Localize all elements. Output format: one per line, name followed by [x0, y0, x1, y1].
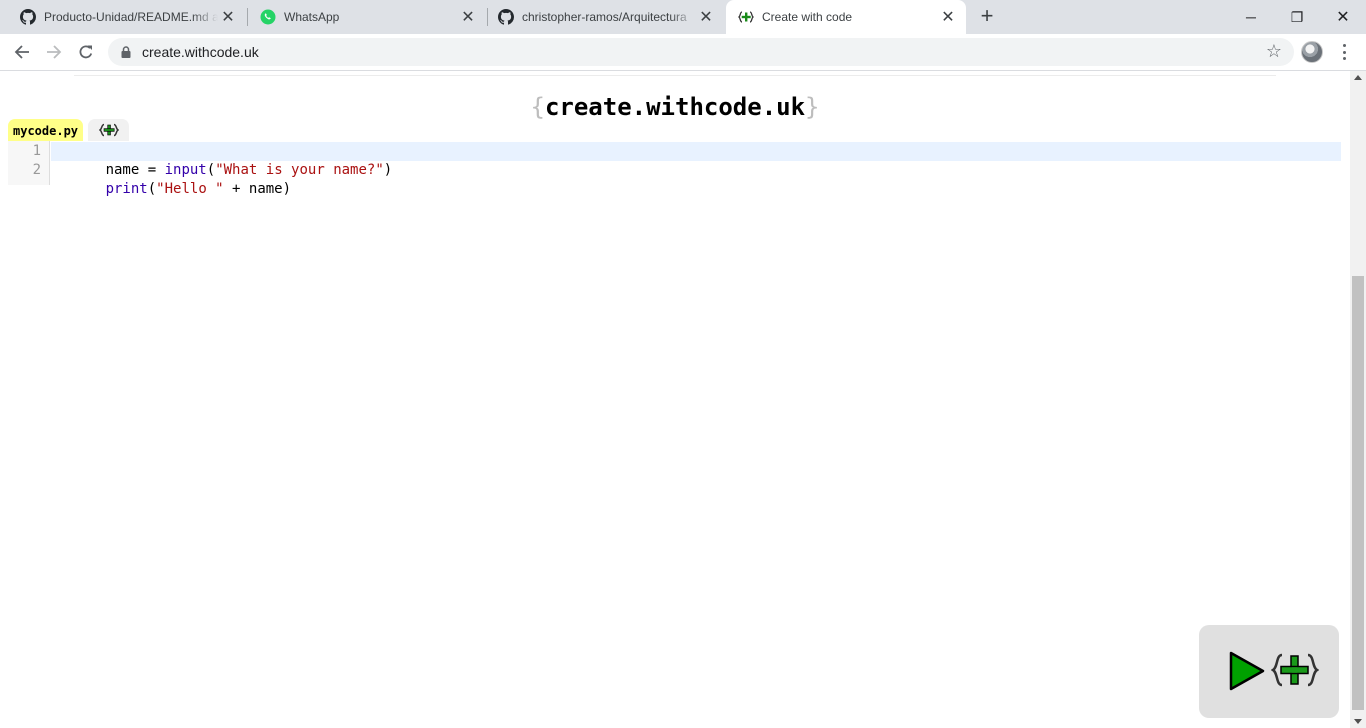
github-icon [20, 9, 36, 25]
create-withcode-logo-icon [98, 123, 119, 137]
new-tab-button[interactable]: + [975, 5, 999, 28]
browser-tab-create-with-code[interactable]: Create with code ✕ [726, 0, 966, 34]
back-arrow-icon [14, 45, 29, 59]
window-close-button[interactable]: ✕ [1320, 0, 1366, 34]
code-line-2[interactable]: print("Hello " + name) [51, 161, 291, 197]
tab-title: WhatsApp [284, 10, 340, 24]
minimize-button[interactable]: ─ [1228, 0, 1274, 34]
forward-arrow-icon [47, 45, 62, 59]
brand-open-brace: { [530, 93, 545, 121]
back-button[interactable] [8, 38, 36, 66]
reload-button[interactable] [72, 38, 100, 66]
browser-tab-readme[interactable]: Producto-Unidad/README.md at ✕ [0, 0, 246, 34]
brand-text: create.withcode.uk [544, 93, 806, 121]
brand-close-brace: } [805, 93, 820, 121]
close-tab-icon[interactable]: ✕ [218, 7, 238, 27]
code-token: ( [147, 181, 157, 197]
bookmark-star-icon[interactable]: ☆ [1266, 41, 1282, 62]
code-token: ) [383, 162, 393, 178]
code-line-1[interactable]: name = input("What is your name?") [51, 142, 1341, 178]
play-icon[interactable] [1229, 651, 1265, 691]
code-token-builtin: print [105, 181, 148, 197]
site-title: {create.withcode.uk} [0, 93, 1350, 121]
code-token: + name) [223, 181, 292, 197]
tab-title: Producto-Unidad/README.md at [44, 10, 218, 24]
whatsapp-icon [260, 9, 276, 25]
line-number: 2 [32, 162, 41, 178]
code-token-string: "Hello " [156, 181, 224, 197]
close-tab-icon[interactable]: ✕ [458, 7, 478, 27]
url-text: create.withcode.uk [142, 44, 259, 60]
create-withcode-logo-icon[interactable] [1271, 652, 1319, 688]
tab-title: christopher-ramos/Arquitectura [522, 10, 687, 24]
file-tab-mycode[interactable]: mycode.py [8, 119, 84, 141]
new-file-tab[interactable] [88, 119, 129, 141]
profile-avatar[interactable] [1301, 41, 1323, 63]
code-editor[interactable]: 1 2 name = input("What is your name?") p… [8, 141, 1341, 197]
line-number-gutter: 1 2 [8, 141, 50, 185]
browser-tab-arquitectura[interactable]: christopher-ramos/Arquitectura ✕ [488, 0, 724, 34]
tab-strip: Producto-Unidad/README.md at ✕ WhatsApp … [0, 0, 1366, 34]
address-bar[interactable]: create.withcode.uk ☆ [108, 38, 1294, 66]
scroll-down-arrow-icon[interactable] [1354, 719, 1362, 724]
lock-icon [121, 46, 131, 58]
github-icon [498, 9, 514, 25]
maximize-button[interactable]: ❐ [1274, 0, 1320, 34]
page-scrollbar[interactable] [1350, 71, 1366, 728]
header-divider [74, 71, 1276, 76]
forward-button[interactable] [40, 38, 68, 66]
line-number: 1 [32, 143, 41, 159]
run-panel [1199, 625, 1339, 718]
close-tab-icon[interactable]: ✕ [938, 7, 958, 27]
tab-title: Create with code [762, 10, 853, 24]
page-content: {create.withcode.uk} mycode.py 1 2 name … [0, 71, 1350, 728]
browser-menu-icon[interactable] [1336, 42, 1352, 62]
browser-tab-whatsapp[interactable]: WhatsApp ✕ [248, 0, 486, 34]
reload-icon [79, 45, 93, 59]
scrollbar-thumb[interactable] [1352, 276, 1364, 710]
close-tab-icon[interactable]: ✕ [696, 7, 716, 27]
create-withcode-logo-icon [738, 9, 754, 25]
browser-toolbar: create.withcode.uk ☆ [0, 34, 1366, 71]
scroll-up-arrow-icon[interactable] [1354, 75, 1362, 80]
